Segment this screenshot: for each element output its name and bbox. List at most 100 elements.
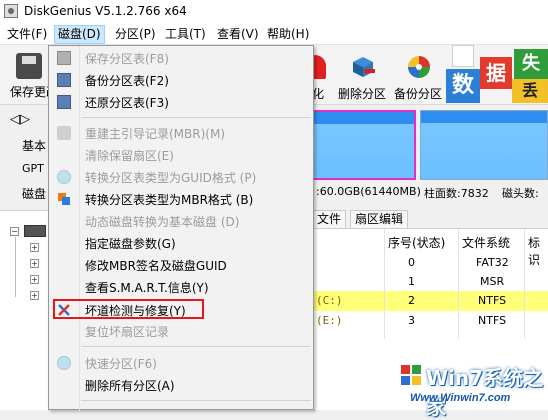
row-filesystem[interactable]: MSR: [480, 275, 504, 288]
floppy-disk-icon: [16, 53, 42, 79]
tab-strip: 文件 扇区编辑: [312, 208, 548, 228]
disk-capacity: :60.0GB(61440MB): [316, 185, 421, 198]
menu-item-rebuild-mbr[interactable]: 重建主引导记录(MBR)(M): [49, 122, 313, 144]
menu-item-reset-bad-sectors[interactable]: 复位坏扇区记录: [49, 320, 313, 342]
tree-expand-icon[interactable]: +: [30, 291, 39, 300]
row-filesystem[interactable]: NTFS: [478, 294, 506, 307]
promo-tile: 失: [514, 49, 548, 79]
tree-expand-icon[interactable]: +: [30, 243, 39, 252]
delete-partition-button[interactable]: 删除分区: [338, 49, 390, 103]
menu-item-dynamic-to-basic[interactable]: 动态磁盘转换为基本磁盘 (D): [49, 210, 313, 232]
row-index[interactable]: 3: [408, 314, 415, 327]
partition-style-label: GPT: [22, 162, 44, 175]
tab-files[interactable]: 文件: [312, 210, 347, 228]
backup-partition-label: 备份分区: [394, 87, 443, 101]
restore-table-icon: [57, 95, 71, 109]
header-label[interactable]: 标识: [528, 234, 548, 268]
promo-tile: 据: [480, 57, 512, 89]
save-table-icon: [57, 51, 71, 65]
rebuild-mbr-icon: [57, 126, 71, 140]
tree-collapse-icon[interactable]: −: [10, 227, 19, 236]
menu-separator: [81, 117, 311, 118]
menu-item-quick-partition[interactable]: 快速分区(F6): [49, 352, 313, 374]
menu-file[interactable]: 文件(F): [4, 26, 50, 43]
windows-flag-icon: [401, 365, 421, 385]
promo-tile: 丢: [512, 79, 548, 103]
menu-item-label: 还原分区表(F3): [85, 96, 169, 110]
convert-mbr-icon: [58, 193, 70, 205]
menu-separator: [81, 400, 311, 401]
row-index[interactable]: 1: [408, 275, 415, 288]
menu-item-restore-partition-table[interactable]: 还原分区表(F3): [49, 91, 313, 113]
save-changes-button[interactable]: 保存更改: [6, 47, 58, 103]
tree-expand-icon[interactable]: +: [30, 275, 39, 284]
menu-item-label: 指定磁盘参数(G): [85, 237, 176, 251]
menu-separator: [81, 346, 311, 347]
disk-type-label: 基本: [22, 139, 47, 153]
promo-card-icon: [452, 45, 474, 67]
annotation-highlight-box: [53, 299, 204, 319]
menu-partition[interactable]: 分区(P): [112, 26, 159, 43]
tree-expand-icon[interactable]: +: [30, 259, 39, 268]
menu-item-modify-mbr-signature[interactable]: 修改MBR签名及磁盘GUID: [49, 254, 313, 276]
hard-disk-icon: [24, 225, 46, 237]
menu-item-convert-to-guid[interactable]: 转换分区表类型为GUID格式 (P): [49, 166, 313, 188]
menu-item-label: 备份分区表(F2): [85, 74, 169, 88]
partition-bar[interactable]: [420, 110, 548, 180]
menu-item-label: 快速分区(F6): [85, 357, 157, 371]
tab-sector-editor[interactable]: 扇区编辑: [350, 210, 409, 228]
backup-partition-icon: [408, 56, 430, 78]
watermark-title: Win7系统之家: [426, 366, 544, 419]
row-volume[interactable]: (E:): [316, 314, 343, 327]
menu-item-label: 动态磁盘转换为基本磁盘 (D): [85, 215, 240, 229]
disk-cylinders: 柱面数:7832: [424, 187, 489, 200]
menu-bar: 文件(F) 磁盘(D) 分区(P) 工具(T) 查看(V) 帮助(H): [0, 24, 548, 45]
menu-item-label: 查看S.M.A.R.T.信息(Y): [85, 281, 209, 295]
menu-item-backup-partition-table[interactable]: 备份分区表(F2): [49, 69, 313, 91]
quick-partition-icon: [57, 356, 71, 370]
delete-partition-label: 删除分区: [338, 87, 387, 101]
nav-next-button[interactable]: ▷: [20, 112, 30, 127]
menu-tools[interactable]: 工具(T): [162, 26, 209, 43]
nav-prev-button[interactable]: ◁: [10, 112, 20, 127]
convert-guid-icon: [57, 170, 71, 184]
menu-item-save-partition-table[interactable]: 保存分区表(F8): [49, 47, 313, 69]
menu-item-label: 转换分区表类型为MBR格式 (B): [85, 193, 254, 207]
menu-disk[interactable]: 磁盘(D): [54, 25, 105, 44]
menu-item-label: 修改MBR签名及磁盘GUID: [85, 259, 227, 273]
menu-item-label: 复位坏扇区记录: [85, 325, 170, 339]
menu-view[interactable]: 查看(V): [214, 26, 262, 43]
row-volume[interactable]: (C:): [316, 294, 343, 307]
backup-partition-button[interactable]: 备份分区: [394, 49, 446, 103]
menu-item-convert-to-mbr[interactable]: 转换分区表类型为MBR格式 (B): [49, 188, 313, 210]
row-index[interactable]: 0: [408, 256, 415, 269]
menu-item-clear-reserved-sectors[interactable]: 清除保留扇区(E): [49, 144, 313, 166]
app-logo-icon: [4, 4, 18, 18]
window-title: DiskGenius V5.1.2.766 x64: [24, 4, 187, 18]
watermark-url: Www.Winwin7.com: [410, 392, 511, 404]
menu-item-label: 清除保留扇区(E): [85, 149, 174, 163]
menu-item-delete-all-partitions[interactable]: 删除所有分区(A): [49, 374, 313, 396]
title-bar: DiskGenius V5.1.2.766 x64: [0, 0, 548, 24]
menu-item-view-smart[interactable]: 查看S.M.A.R.T.信息(Y): [49, 276, 313, 298]
selected-row-highlight: [312, 291, 548, 311]
menu-help[interactable]: 帮助(H): [264, 26, 312, 43]
backup-table-icon: [57, 73, 71, 87]
row-filesystem[interactable]: FAT32: [476, 256, 509, 269]
column-divider: [384, 229, 385, 339]
menu-item-label: 保存分区表(F8): [85, 52, 169, 66]
column-divider: [458, 229, 459, 339]
header-filesystem[interactable]: 文件系统: [462, 234, 510, 251]
disk-menu-dropdown: 保存分区表(F8) 备份分区表(F2) 还原分区表(F3) 重建主引导记录(MB…: [48, 45, 314, 411]
disk-heads: 磁头数:: [502, 187, 539, 200]
partition-bar-selected[interactable]: [312, 110, 416, 180]
header-index[interactable]: 序号(状态): [388, 234, 445, 251]
column-divider: [524, 229, 525, 339]
menu-item-label: 转换分区表类型为GUID格式 (P): [85, 171, 257, 185]
menu-item-label: 删除所有分区(A): [85, 379, 175, 393]
row-index[interactable]: 2: [408, 294, 415, 307]
delete-partition-icon: [353, 57, 375, 77]
row-filesystem[interactable]: NTFS: [478, 314, 506, 327]
menu-item-specify-disk-params[interactable]: 指定磁盘参数(G): [49, 232, 313, 254]
disk-label: 磁盘: [22, 187, 47, 201]
